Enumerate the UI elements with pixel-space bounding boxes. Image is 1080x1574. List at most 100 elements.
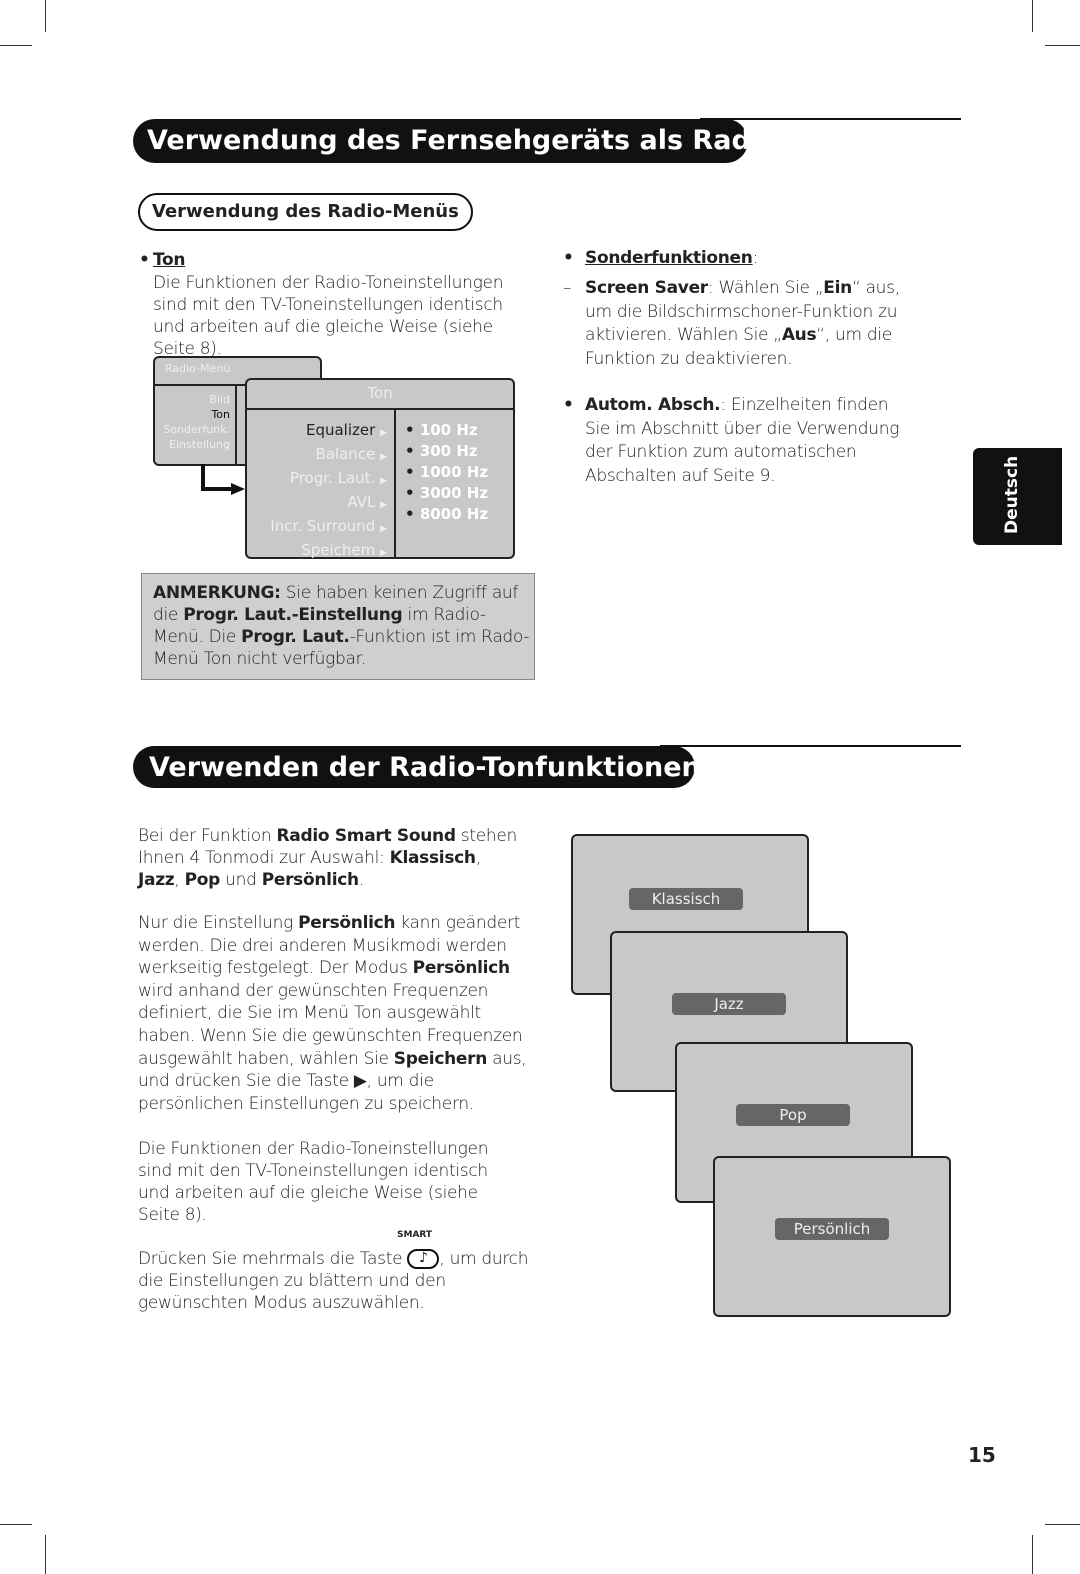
smart-text-a: Drücken Sie mehrmals die Taste [138, 1249, 403, 1269]
text-run: , [475, 848, 481, 868]
bold-text: Persönlich [412, 958, 510, 979]
arrow-right-icon: ▶ [380, 524, 387, 534]
menu-item-einstellung[interactable]: Einstellung [155, 437, 230, 452]
note-box: ANMERKUNG: Sie haben keinen Zugriff auf … [141, 573, 535, 680]
bold-text: Persönlich [261, 870, 359, 890]
bold-text: Ein [823, 278, 852, 298]
bold-text: Progr. Laut.-Einstellung [183, 605, 403, 625]
crop-mark [45, 0, 46, 32]
info-paragraph: Die Funktionen der Radio-Toneinstellunge… [138, 1138, 523, 1226]
ton-submenu-panel: Ton Equalizer ▶ Balance ▶ Progr. Laut. ▶… [245, 378, 515, 559]
arrow-right-icon: ▶ [380, 428, 387, 438]
radio-menu-list: Bild Ton Sonderfunk. Einstellung [155, 392, 230, 452]
mode-screen-persoenlich: Persönlich [713, 1156, 951, 1317]
frequency-item[interactable]: • 300 Hz [405, 441, 488, 462]
dash: – [563, 278, 572, 298]
text-run: : Wählen Sie „ [707, 278, 824, 298]
smart-paragraph: Drücken Sie mehrmals die Taste ♪, um dur… [138, 1248, 538, 1314]
bullet: • [563, 248, 574, 268]
submenu-item-label: Balance [315, 445, 376, 463]
bold-text: Screen Saver [585, 278, 708, 298]
note-text: ANMERKUNG: Sie haben keinen Zugriff auf … [153, 582, 533, 670]
submenu-item-equalizer[interactable]: Equalizer ▶ [247, 420, 387, 444]
mode-label-persoenlich: Persönlich [775, 1218, 889, 1240]
text-run: Die Funktionen der Radio-Toneinstellunge… [153, 273, 504, 359]
submenu-item-label: Incr. Surround [270, 517, 376, 535]
radio-menu-title: Radio-Menü [165, 362, 231, 375]
bold-text: Progr. Laut. [241, 627, 350, 647]
submenu-item-label: Progr. Laut. [289, 469, 376, 487]
menu-item-bild[interactable]: Bild [155, 392, 230, 407]
submenu-title: Ton [367, 384, 393, 402]
frequency-item[interactable]: • 8000 Hz [405, 504, 488, 525]
crop-mark [1045, 1524, 1080, 1525]
bold-text: Speichern [393, 1048, 488, 1069]
autom-absch-text: Autom. Absch.: Einzelheiten finden Sie i… [585, 394, 910, 488]
page-number: 15 [968, 1443, 996, 1467]
bold-text: Radio Smart Sound [276, 826, 456, 846]
section-title: Verwendung des Fernsehgeräts als Radio [133, 119, 779, 163]
crop-mark [1032, 1535, 1033, 1574]
arrow-connector [201, 487, 233, 491]
text-run: Bei der Funktion [138, 826, 277, 846]
bold-text: ANMERKUNG: [153, 583, 281, 603]
mode-label-klassisch: Klassisch [629, 888, 743, 910]
ton-heading: Ton [153, 250, 186, 270]
frequency-item[interactable]: • 3000 Hz [405, 483, 488, 504]
ton-text: Die Funktionen der Radio-Toneinstellunge… [153, 272, 533, 360]
smart-sound-button-icon: ♪ [407, 1249, 440, 1269]
bullet: • [139, 250, 150, 270]
frequency-label: 100 Hz [419, 421, 478, 439]
submenu-item-label: Equalizer [305, 421, 376, 439]
bold-text: Pop [184, 870, 221, 890]
submenu-item-progr-laut[interactable]: Progr. Laut. ▶ [247, 468, 387, 492]
bold-text: Autom. Absch. [585, 395, 721, 415]
frequency-label: 3000 Hz [419, 484, 489, 502]
bold-text: Klassisch [389, 848, 476, 868]
sonderfunktionen-heading: Sonderfunktionen: [585, 248, 759, 268]
submenu-item-balance[interactable]: Balance ▶ [247, 444, 387, 468]
frequency-list: • 100 Hz • 300 Hz • 1000 Hz • 3000 Hz • … [405, 420, 488, 525]
submenu-list: Equalizer ▶ Balance ▶ Progr. Laut. ▶ AVL… [247, 420, 387, 564]
menu-item-sonderfunk[interactable]: Sonderfunk. [155, 422, 230, 437]
language-tab-label: Deutsch [1002, 455, 1022, 534]
bullet: • [563, 395, 574, 415]
arrow-right-icon: ▶ [380, 452, 387, 462]
smart-label: SMART [397, 1230, 433, 1240]
header-rule [660, 745, 961, 747]
submenu-item-label: AVL [347, 493, 376, 511]
frequency-item[interactable]: • 100 Hz [405, 420, 488, 441]
divider [235, 386, 237, 464]
intro-paragraph: Bei der Funktion Radio Smart Sound stehe… [138, 825, 523, 891]
divider [247, 408, 513, 410]
bold-text: Aus [781, 325, 817, 345]
menu-item-ton[interactable]: Ton [155, 407, 230, 422]
bold-text: Persönlich [298, 913, 396, 933]
screensaver-text: Screen Saver: Wählen Sie „Ein“ aus, um d… [585, 277, 905, 371]
mode-label-pop: Pop [736, 1104, 850, 1126]
section-title: Verwenden der Radio-Tonfunktionen [133, 746, 701, 788]
mode-label-jazz: Jazz [672, 993, 786, 1015]
language-tab[interactable]: Deutsch [973, 448, 1062, 545]
arrow-right-icon: ▶ [380, 476, 387, 486]
persoenlich-paragraph: Nur die Einstellung Persönlich kann geän… [138, 912, 538, 1115]
text-run: und [220, 870, 262, 890]
arrow-right-icon: ▶ [380, 548, 387, 558]
frequency-label: 8000 Hz [419, 505, 489, 523]
submenu-item-avl[interactable]: AVL ▶ [247, 492, 387, 516]
arrow-head-icon [231, 483, 245, 495]
submenu-item-speichern[interactable]: Speichem ▶ [247, 540, 387, 564]
frequency-item[interactable]: • 1000 Hz [405, 462, 488, 483]
frequency-label: 300 Hz [419, 442, 478, 460]
crop-mark [1045, 45, 1080, 46]
crop-mark [1032, 0, 1033, 32]
submenu-item-label: Speichem [301, 541, 376, 559]
crop-mark [0, 1524, 32, 1525]
text-run: Die Funktionen der Radio-Toneinstellunge… [138, 1139, 489, 1225]
subsection-title: Verwendung des Radio-Menüs [138, 193, 473, 231]
divider [394, 410, 396, 557]
text-run: . [358, 870, 364, 890]
submenu-item-incr-surround[interactable]: Incr. Surround ▶ [247, 516, 387, 540]
frequency-label: 1000 Hz [419, 463, 489, 481]
crop-mark [0, 45, 32, 46]
